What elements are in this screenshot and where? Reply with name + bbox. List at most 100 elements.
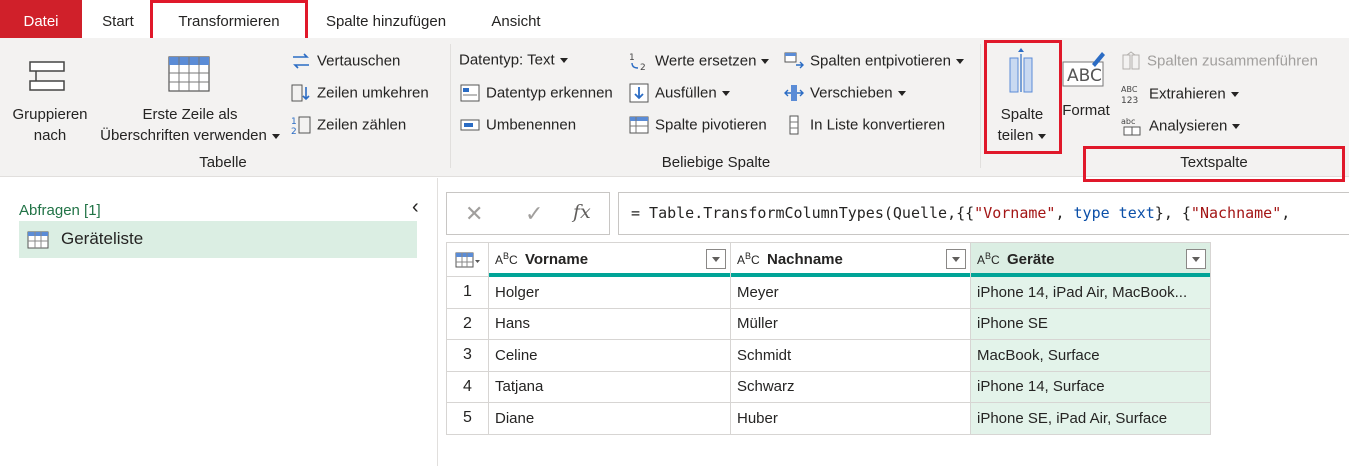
- chevron-down-icon: [271, 133, 280, 139]
- unpivot-columns-button[interactable]: Spalten entpivotieren: [783, 51, 964, 71]
- swap-button[interactable]: Vertauschen: [290, 51, 400, 71]
- ribbon-separator: [980, 44, 981, 168]
- reverse-rows-button[interactable]: Zeilen umkehren: [290, 83, 429, 103]
- tab-transform[interactable]: Transformieren: [152, 0, 306, 38]
- table-row: 1 Holger Meyer iPhone 14, iPad Air, MacB…: [446, 276, 1211, 309]
- extract-button[interactable]: ABC 123 Extrahieren: [1120, 83, 1239, 105]
- reverse-rows-label: Zeilen umkehren: [317, 84, 429, 102]
- tab-add-column[interactable]: Spalte hinzufügen: [312, 0, 460, 38]
- detect-data-type-button[interactable]: Datentyp erkennen: [459, 83, 613, 103]
- table-corner-button[interactable]: [446, 242, 489, 277]
- fill-button[interactable]: Ausfüllen: [628, 83, 730, 103]
- rename-icon: [460, 119, 480, 131]
- group-by-button[interactable]: Gruppieren nach: [8, 56, 92, 156]
- group-label-text-column: Textspalte: [1180, 154, 1248, 171]
- replace-values-button[interactable]: 1 2 Werte ersetzen: [628, 51, 770, 71]
- format-label: Format: [1062, 102, 1110, 119]
- merge-columns-button: Spalten zusammenführen: [1120, 51, 1318, 71]
- cell-value: iPhone 14, iPad Air, MacBook...: [977, 283, 1188, 301]
- formula-bar[interactable]: = Table.TransformColumnTypes(Quelle,{{"V…: [618, 192, 1349, 235]
- split-column-label-1: Spalte: [1000, 106, 1044, 123]
- text-type-icon[interactable]: ABC: [495, 251, 518, 267]
- formula-prefix: = Table.TransformColumnTypes(Quelle,{{: [631, 204, 975, 222]
- column-header-label: Geräte: [1007, 251, 1055, 268]
- rename-button[interactable]: Umbenennen: [459, 115, 576, 135]
- table-cell[interactable]: MacBook, Surface: [970, 339, 1211, 372]
- tab-start[interactable]: Start: [92, 0, 144, 38]
- first-row-label-1: Erste Zeile als: [142, 106, 238, 123]
- row-number[interactable]: 5: [446, 402, 489, 435]
- row-number[interactable]: 1: [446, 276, 489, 309]
- table-cell[interactable]: Diane: [488, 402, 731, 435]
- function-icon[interactable]: fx: [573, 201, 591, 223]
- svg-text:ABC: ABC: [1067, 66, 1102, 86]
- parse-button[interactable]: abc Analysieren: [1120, 115, 1241, 137]
- row-number[interactable]: 3: [446, 339, 489, 372]
- tab-view[interactable]: Ansicht: [478, 0, 554, 38]
- split-column-button[interactable]: Spalte teilen: [990, 48, 1054, 148]
- pivot-column-button[interactable]: Spalte pivotieren: [628, 115, 767, 135]
- table-cell[interactable]: iPhone 14, Surface: [970, 370, 1211, 403]
- group-label-any-column: Beliebige Spalte: [661, 154, 771, 171]
- table-cell[interactable]: Müller: [730, 307, 971, 340]
- table-cell[interactable]: Celine: [488, 339, 731, 372]
- close-icon[interactable]: ✕: [465, 201, 483, 227]
- svg-text:2: 2: [291, 127, 297, 135]
- table-cell[interactable]: Schwarz: [730, 370, 971, 403]
- convert-to-list-button[interactable]: In Liste konvertieren: [783, 115, 945, 135]
- table-cell[interactable]: Meyer: [730, 276, 971, 309]
- tab-file[interactable]: Datei: [0, 0, 82, 38]
- to-list-label: In Liste konvertieren: [810, 116, 946, 134]
- column-filter-dropdown[interactable]: [1186, 249, 1206, 269]
- svg-text:abc: abc: [1121, 117, 1135, 126]
- table-cell[interactable]: iPhone 14, iPad Air, MacBook...: [970, 276, 1211, 309]
- formula-string-2: "Nachname": [1190, 204, 1282, 222]
- column-header-vorname[interactable]: ABC Vorname: [488, 242, 731, 277]
- cell-value: Meyer: [737, 283, 779, 301]
- table-cell[interactable]: Holger: [488, 276, 731, 309]
- formula-buttons: ✕ ✓ fx: [446, 192, 610, 235]
- cell-value: MacBook, Surface: [977, 346, 1100, 364]
- text-type-icon[interactable]: ABC: [977, 251, 1000, 267]
- chevron-left-icon[interactable]: ‹: [412, 196, 419, 219]
- split-column-label-2: teilen: [997, 127, 1034, 144]
- table-cell[interactable]: iPhone SE: [970, 307, 1211, 340]
- row-number[interactable]: 4: [446, 370, 489, 403]
- data-type-dropdown[interactable]: Datentyp: Text: [459, 51, 568, 69]
- column-header-nachname[interactable]: ABC Nachname: [730, 242, 971, 277]
- column-quality-bar: [971, 273, 1210, 277]
- formula-text: = Table.TransformColumnTypes(Quelle,{{"V…: [631, 204, 1290, 222]
- column-filter-dropdown[interactable]: [946, 249, 966, 269]
- checkmark-icon[interactable]: ✓: [525, 201, 543, 227]
- table-cell[interactable]: Huber: [730, 402, 971, 435]
- cell-value: Schmidt: [737, 346, 792, 364]
- column-filter-dropdown[interactable]: [706, 249, 726, 269]
- column-quality-bar: [489, 273, 730, 277]
- row-number[interactable]: 2: [446, 307, 489, 340]
- move-button[interactable]: Verschieben: [783, 83, 906, 103]
- count-rows-icon: 12: [291, 116, 311, 135]
- query-item[interactable]: Geräteliste: [19, 221, 417, 258]
- cell-value: Tatjana: [495, 378, 544, 396]
- count-rows-button[interactable]: 1 2 Zeilen zählen: [290, 115, 406, 135]
- text-type-icon[interactable]: ABC: [737, 251, 760, 267]
- table-cell[interactable]: Hans: [488, 307, 731, 340]
- table-cell[interactable]: Tatjana: [488, 370, 731, 403]
- cell-value: iPhone SE, iPad Air, Surface: [977, 409, 1168, 427]
- table-cell[interactable]: Schmidt: [730, 339, 971, 372]
- cell-value: Celine: [495, 346, 538, 364]
- chevron-down-icon: [955, 58, 964, 64]
- format-button[interactable]: ABC Format: [1060, 50, 1112, 150]
- table-row: 3 Celine Schmidt MacBook, Surface: [446, 339, 1211, 372]
- cell-value: iPhone 14, Surface: [977, 378, 1105, 396]
- column-header-geraete[interactable]: ABC Geräte: [970, 242, 1211, 277]
- cell-value: Hans: [495, 315, 531, 333]
- chevron-down-icon: [1230, 91, 1239, 97]
- use-first-row-as-headers-button[interactable]: Erste Zeile als Überschriften verwenden: [94, 56, 286, 156]
- chevron-down-icon: [1038, 133, 1047, 139]
- replace-values-label: Werte ersetzen: [655, 52, 757, 70]
- chevron-down-icon: [1232, 123, 1241, 129]
- group-by-label-1: Gruppieren: [12, 106, 88, 123]
- table-cell[interactable]: iPhone SE, iPad Air, Surface: [970, 402, 1211, 435]
- pivot-column-label: Spalte pivotieren: [655, 116, 767, 134]
